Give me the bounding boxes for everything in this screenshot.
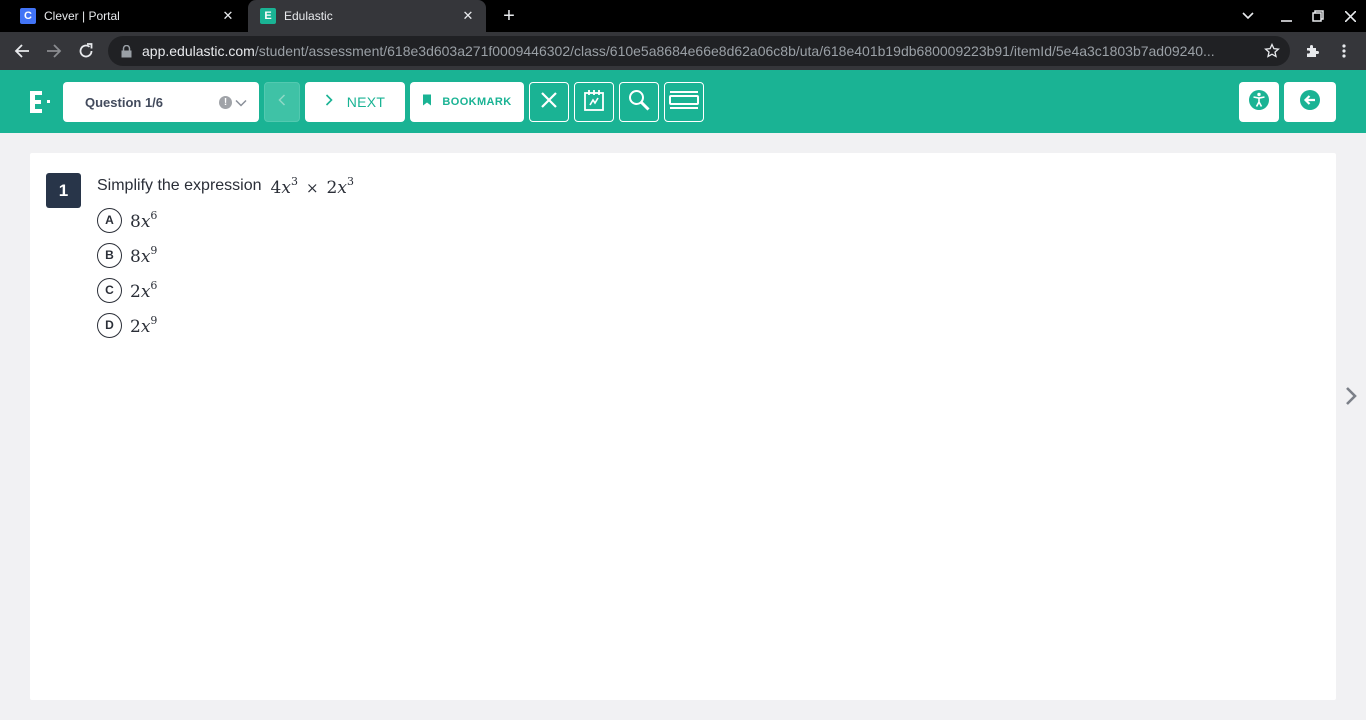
edulastic-favicon-icon: E xyxy=(260,8,276,24)
expr-var-a: x xyxy=(281,177,291,198)
bookmark-button[interactable]: BOOKMARK xyxy=(410,82,524,122)
option-var: x xyxy=(140,246,151,267)
back-icon[interactable] xyxy=(10,39,34,63)
answer-option-b[interactable]: B 8x9 xyxy=(97,242,157,268)
option-expression: 8x6 xyxy=(130,209,157,232)
assessment-header: Question 1/6 ! NEXT BOOKMARK xyxy=(0,70,1366,133)
answer-option-d[interactable]: D 2x9 xyxy=(97,312,157,338)
forward-icon[interactable] xyxy=(42,39,66,63)
option-expression: 8x9 xyxy=(130,244,157,267)
browser-tab-strip: C Clever | Portal ✕ E Edulastic ✕ + xyxy=(0,0,1366,32)
exit-arrow-icon xyxy=(1299,89,1321,116)
expr-exp-a: 3 xyxy=(290,174,298,188)
option-var: x xyxy=(140,316,151,337)
option-letter-badge[interactable]: C xyxy=(97,277,122,303)
expr-operator: × xyxy=(305,178,319,197)
url-path: /student/assessment/618e3d603a271f000944… xyxy=(254,43,1215,59)
option-coef: 8 xyxy=(130,211,141,232)
accessibility-icon xyxy=(1248,89,1270,116)
browser-menu-icon[interactable] xyxy=(1332,39,1356,63)
browser-toolbar: app.edulastic.com/student/assessment/618… xyxy=(0,32,1366,70)
tab-close-icon[interactable]: ✕ xyxy=(220,8,236,24)
answer-option-c[interactable]: C 2x6 xyxy=(97,277,157,303)
next-button-label: NEXT xyxy=(346,94,386,110)
question-prompt: Simplify the expression 4x3 × 2x3 xyxy=(97,173,354,199)
question-selector[interactable]: Question 1/6 ! xyxy=(63,82,259,122)
search-icon xyxy=(628,89,650,116)
tab-clever-portal[interactable]: C Clever | Portal ✕ xyxy=(8,0,246,32)
option-coef: 8 xyxy=(130,246,141,267)
tab-close-icon[interactable]: ✕ xyxy=(460,8,476,24)
tab-search-icon[interactable] xyxy=(1232,0,1264,32)
tab-title: Clever | Portal xyxy=(44,9,120,23)
minimize-icon[interactable] xyxy=(1270,0,1302,32)
option-var: x xyxy=(140,211,151,232)
expr-coef-a: 4 xyxy=(270,177,282,198)
next-button[interactable]: NEXT xyxy=(305,82,405,122)
line-reader-icon xyxy=(669,90,699,115)
lock-icon[interactable] xyxy=(120,44,132,58)
accessibility-button[interactable] xyxy=(1239,82,1279,122)
question-number-badge: 1 xyxy=(46,173,81,208)
option-coef: 2 xyxy=(130,316,141,337)
close-window-icon[interactable] xyxy=(1334,0,1366,32)
chevron-down-icon xyxy=(235,96,247,108)
expr-var-b: x xyxy=(337,177,347,198)
option-exp: 6 xyxy=(150,208,158,222)
option-exp: 9 xyxy=(150,313,158,327)
scratchpad-button[interactable] xyxy=(574,82,614,122)
chevron-right-icon xyxy=(325,93,333,111)
tab-edulastic[interactable]: E Edulastic ✕ xyxy=(248,0,486,32)
new-tab-icon[interactable]: + xyxy=(499,5,519,27)
restore-icon[interactable] xyxy=(1302,0,1334,32)
previous-button[interactable] xyxy=(264,82,300,122)
edulastic-logo-icon[interactable] xyxy=(28,90,54,114)
answer-option-a[interactable]: A 8x6 xyxy=(97,207,157,233)
magnifier-button[interactable] xyxy=(619,82,659,122)
close-icon xyxy=(540,91,558,114)
bookmark-button-label: BOOKMARK xyxy=(442,96,512,108)
address-bar[interactable]: app.edulastic.com/student/assessment/618… xyxy=(108,36,1290,66)
expr-exp-b: 3 xyxy=(346,174,354,188)
extensions-icon[interactable] xyxy=(1300,39,1324,63)
option-expression: 2x9 xyxy=(130,314,157,337)
url-host: app.edulastic.com xyxy=(142,43,255,59)
question-card: 1 Simplify the expression 4x3 × 2x3 A 8x6 … xyxy=(30,153,1336,700)
exit-button[interactable] xyxy=(1284,82,1336,122)
clever-favicon-icon: C xyxy=(20,8,36,24)
expr-coef-b: 2 xyxy=(326,177,338,198)
question-expression: 4x3 × 2x3 xyxy=(271,175,354,198)
option-exp: 9 xyxy=(150,243,158,257)
option-expression: 2x6 xyxy=(130,279,157,302)
next-question-arrow-icon[interactable] xyxy=(1343,386,1359,406)
option-exp: 6 xyxy=(150,278,158,292)
option-var: x xyxy=(140,281,151,302)
option-coef: 2 xyxy=(130,281,141,302)
reload-icon[interactable] xyxy=(74,39,98,63)
question-selector-label: Question 1/6 xyxy=(85,94,164,110)
line-reader-button[interactable] xyxy=(664,82,704,122)
tab-title: Edulastic xyxy=(284,9,333,23)
scratchpad-icon xyxy=(583,89,605,116)
url-text: app.edulastic.com/student/assessment/618… xyxy=(142,43,1257,59)
warning-icon: ! xyxy=(219,95,232,109)
option-letter-badge[interactable]: B xyxy=(97,242,122,268)
answer-eliminator-button[interactable] xyxy=(529,82,569,122)
option-letter-badge[interactable]: D xyxy=(97,312,122,338)
chevron-left-icon xyxy=(278,93,286,111)
bookmark-icon xyxy=(422,93,432,111)
option-letter-badge[interactable]: A xyxy=(97,207,122,233)
bookmark-star-icon[interactable] xyxy=(1264,42,1280,64)
question-prompt-text: Simplify the expression xyxy=(97,177,262,194)
